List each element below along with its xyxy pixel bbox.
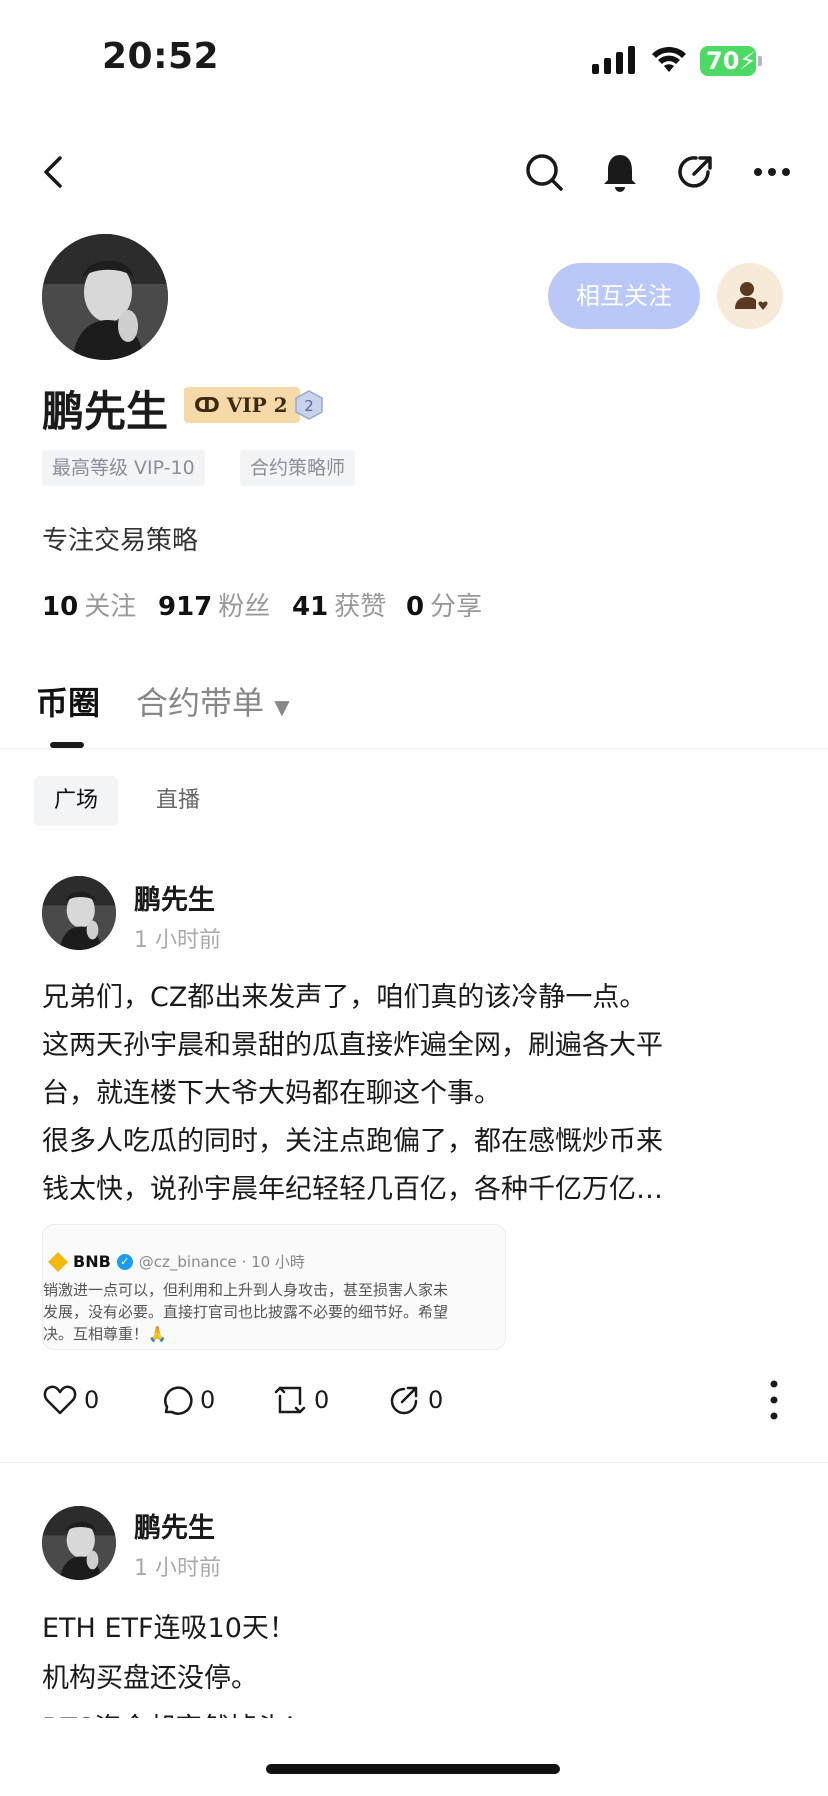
profile-bio: 专注交易策略 [42,526,199,556]
embed-name: BNB [73,1252,111,1271]
user-settings-button[interactable] [717,263,783,329]
embed-handle: @cz_binance · 10 小時 [138,1253,305,1271]
stat-shares-label: 分享 [430,592,483,622]
post-avatar[interactable] [42,1506,116,1580]
post-line: 很多人吃瓜的同时，关注点跑偏了，都在感慨炒币来 [42,1126,663,1157]
embedded-tweet-image[interactable]: BNB ✓ @cz_binance · 10 小時 销激进一点可以，但利用和上升… [42,1224,506,1350]
stat-followers[interactable]: 917 粉丝 [158,586,270,623]
level-badge-icon: 2 [295,390,323,420]
user-heart-icon [735,282,768,310]
stat-following[interactable]: 10 关注 [42,586,136,623]
stat-following-value: 10 [42,592,79,622]
post-author[interactable]: 鹏先生 [134,878,215,917]
post-divider [0,1462,828,1463]
post-time: 1 小时前 [134,1556,221,1581]
share-post-button[interactable]: 0 [386,1380,443,1420]
back-icon[interactable] [30,148,78,196]
embed-line: 发展，没有必要。直接打官司也比披露不必要的细节好。希望 [43,1303,449,1321]
mutual-follow-button[interactable]: 相互关注 [548,263,700,329]
stat-followers-value: 917 [158,592,213,622]
caret-down-icon: ▼ [274,695,290,719]
cellular-signal-icon [592,46,635,74]
battery-cap [758,56,762,66]
post-author[interactable]: 鹏先生 [134,1506,215,1545]
embed-header: BNB ✓ @cz_binance · 10 小時 [47,1251,305,1272]
battery-icon: 70⚡ [700,46,756,76]
like-button[interactable]: 0 [42,1380,99,1420]
share-icon[interactable] [672,148,720,196]
share-icon [390,1386,418,1415]
embed-line: 决。互相尊重！🙏 [43,1325,167,1343]
post-time: 1 小时前 [134,928,221,953]
post-line: 机构买盘还没停。 [42,1663,258,1694]
post-line: 兄弟们，CZ都出来发声了，咱们真的该冷静一点。 [42,982,647,1013]
tag-vip-level: 最高等级 VIP-10 [42,450,205,486]
repost-count: 0 [314,1386,330,1414]
more-icon[interactable] [748,148,796,196]
post-body[interactable]: 兄弟们，CZ都出来发声了，咱们真的该冷静一点。 这两天孙宇晨和景甜的瓜直接炸遍全… [42,974,782,1214]
bnb-logo-icon [48,1251,68,1272]
stat-likes-label: 获赞 [334,592,387,622]
heart-icon [43,1385,77,1415]
post-line: 这两天孙宇晨和景甜的瓜直接炸遍全网，刷遍各大平 [42,1030,663,1061]
like-count: 0 [84,1386,100,1414]
stat-likes[interactable]: 41 获赞 [292,586,386,623]
stat-shares-value: 0 [406,592,425,622]
subtab-live[interactable]: 直播 [136,776,220,826]
comment-count: 0 [200,1386,216,1414]
comment-button[interactable]: 0 [158,1380,215,1420]
stat-shares[interactable]: 0 分享 [406,586,482,623]
stat-following-label: 关注 [84,592,137,622]
verified-icon: ✓ [116,1253,133,1270]
post-line: ETH ETF连吸10天！ [42,1613,296,1644]
repost-button[interactable]: 0 [272,1380,329,1420]
tab-coin-circle[interactable]: 币圈 [36,678,100,724]
vip-badge-label: VIP 2 [226,393,288,417]
vip-badge: ↀ VIP 2 [184,387,300,423]
embed-line: 销激进一点可以，但利用和上升到人身攻击，甚至损害人家未 [43,1281,449,1299]
search-icon[interactable] [520,148,568,196]
tab-contract-copy[interactable]: 合约带单 ▼ [136,678,290,724]
share-count: 0 [428,1386,444,1414]
post-avatar[interactable] [42,876,116,950]
level-badge-value: 2 [304,397,314,415]
status-time: 20:52 [102,36,220,77]
battery-level: 70 [706,47,740,75]
wifi-icon [652,46,686,72]
tab-divider [0,748,828,749]
post-more-icon[interactable] [768,1378,780,1422]
tag-role: 合约策略师 [240,450,356,486]
post-line: BTC资金却突然掉头！ [42,1704,782,1718]
stat-followers-label: 粉丝 [218,592,271,622]
repost-icon [274,1386,306,1414]
subtab-square[interactable]: 广场 [34,776,119,826]
post-body[interactable]: ETH ETF连吸10天！ 机构买盘还没停。 BTC资金却突然掉头！ [42,1604,782,1718]
stat-likes-value: 41 [292,592,329,622]
home-indicator[interactable] [266,1764,560,1774]
vip-badge-icon: ↀ [194,393,220,417]
comment-icon [164,1386,193,1415]
profile-name: 鹏先生 [42,387,169,436]
post-line: 钱太快，说孙宇晨年纪轻轻几百亿，各种千亿万亿… [42,1174,663,1205]
bell-icon[interactable] [596,148,644,196]
tab-contract-copy-label: 合约带单 [136,684,265,722]
profile-avatar[interactable] [42,234,168,360]
post-line: 台，就连楼下大爷大妈都在聊这个事。 [42,1078,501,1109]
embed-text: 销激进一点可以，但利用和上升到人身攻击，甚至损害人家未 发展，没有必要。直接打官… [43,1279,448,1345]
